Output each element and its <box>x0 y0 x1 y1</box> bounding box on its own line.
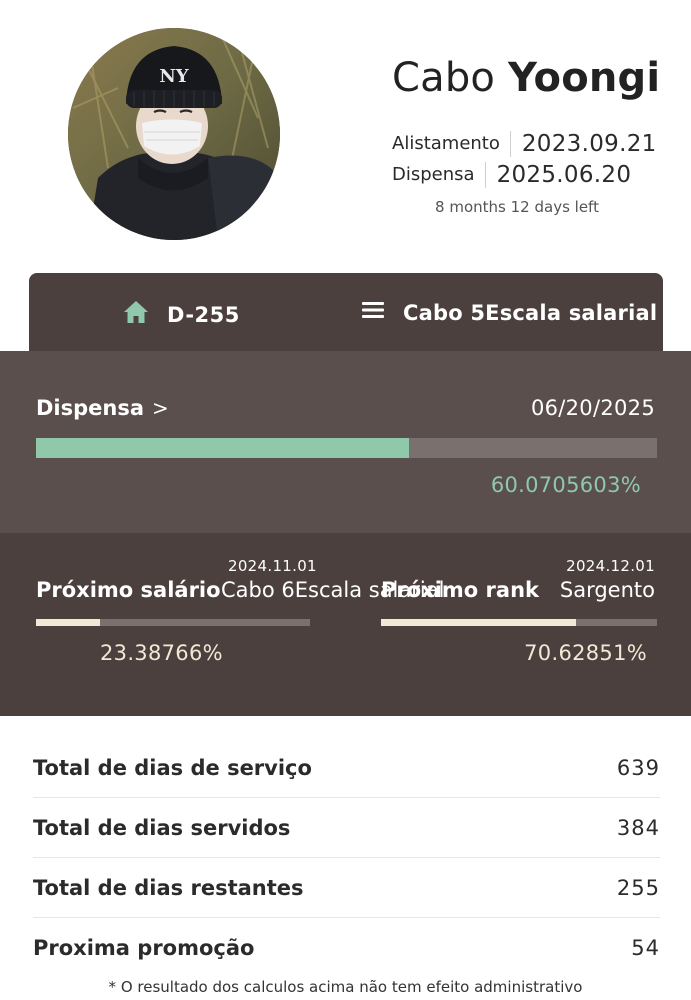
discharge-section[interactable]: Dispensa > 06/20/2025 60.0705603% <box>0 351 691 533</box>
avatar-photo: NY <box>68 28 280 240</box>
tab-rank-label: Cabo 5Escala salarial <box>403 300 658 325</box>
next-rank-title: Próximo rank <box>381 578 539 602</box>
discharge-target-date: 06/20/2025 <box>530 396 655 420</box>
enlist-label: Alistamento <box>392 130 511 157</box>
discharge-label: Dispensa <box>392 161 486 188</box>
stat-days-served: Total de dias servidos 384 <box>33 798 660 858</box>
next-salary-section: 2024.11.01 Próximo salário Cabo 6Escala … <box>36 533 444 716</box>
next-salary-title: Próximo salário <box>36 578 221 602</box>
discharge-percent: 60.0705603% <box>490 473 641 497</box>
disclaimer-footnote: * O resultado dos calculos acima não tem… <box>108 978 583 996</box>
stat-value: 255 <box>616 875 660 900</box>
stats-list: Total de dias de serviço 639 Total de di… <box>33 738 660 977</box>
next-rank-percent: 70.62851% <box>524 641 647 665</box>
stat-value: 639 <box>616 755 660 780</box>
app-screen: NY Cabo Yoongi Alistamento 2023.09.21 Di… <box>0 0 691 1000</box>
stat-value: 54 <box>631 935 660 960</box>
profile-given-name: Yoongi <box>508 55 661 101</box>
next-salary-progress-bar <box>36 619 310 626</box>
stat-total-service-days: Total de dias de serviço 639 <box>33 738 660 798</box>
progress-panel: Dispensa > 06/20/2025 60.0705603% 2024.1… <box>0 351 691 716</box>
stat-value: 384 <box>616 815 660 840</box>
remaining-time: 8 months 12 days left <box>435 198 599 216</box>
discharge-title[interactable]: Dispensa > <box>36 396 169 420</box>
stat-label: Total de dias restantes <box>33 875 304 900</box>
profile-rank: Cabo <box>392 55 496 101</box>
next-rank-section: 2024.12.01 Próximo rank Sargento 70.6285… <box>381 533 657 716</box>
next-salary-date: 2024.11.01 <box>228 557 317 575</box>
stat-label: Total de dias de serviço <box>33 755 312 780</box>
menu-icon <box>361 300 385 325</box>
discharge-row: Dispensa 2025.06.20 <box>392 159 662 190</box>
service-dates: Alistamento 2023.09.21 Dispensa 2025.06.… <box>392 128 662 190</box>
next-salary-progress-fill <box>36 619 101 626</box>
tab-bar: D-255 Cabo 5Escala salarial <box>29 273 663 351</box>
tab-dday[interactable]: D-255 <box>123 300 240 329</box>
home-icon <box>123 300 149 329</box>
next-salary-percent: 23.38766% <box>100 641 223 665</box>
tab-dday-label: D-255 <box>167 302 240 327</box>
discharge-progress-bar <box>36 438 657 458</box>
stat-days-remaining: Total de dias restantes 255 <box>33 858 660 918</box>
svg-text:NY: NY <box>159 66 189 87</box>
chevron-right-icon: > <box>152 396 169 420</box>
next-rank-progress-bar <box>381 619 657 626</box>
stat-next-promotion: Proxima promoção 54 <box>33 918 660 977</box>
next-rank-value: Sargento <box>559 578 655 602</box>
stat-label: Proxima promoção <box>33 935 255 960</box>
discharge-progress-fill <box>36 438 410 458</box>
enlist-row: Alistamento 2023.09.21 <box>392 128 662 159</box>
discharge-date: 2025.06.20 <box>496 161 632 188</box>
tab-rank[interactable]: Cabo 5Escala salarial <box>361 300 657 325</box>
next-rank-date: 2024.12.01 <box>566 557 655 575</box>
stat-label: Total de dias servidos <box>33 815 291 840</box>
profile-header: NY Cabo Yoongi Alistamento 2023.09.21 Di… <box>0 0 691 270</box>
discharge-title-label: Dispensa <box>36 396 145 420</box>
profile-name: Cabo Yoongi <box>392 54 660 102</box>
enlist-date: 2023.09.21 <box>521 130 657 157</box>
avatar[interactable]: NY <box>68 28 280 240</box>
next-rank-progress-fill <box>381 619 576 626</box>
